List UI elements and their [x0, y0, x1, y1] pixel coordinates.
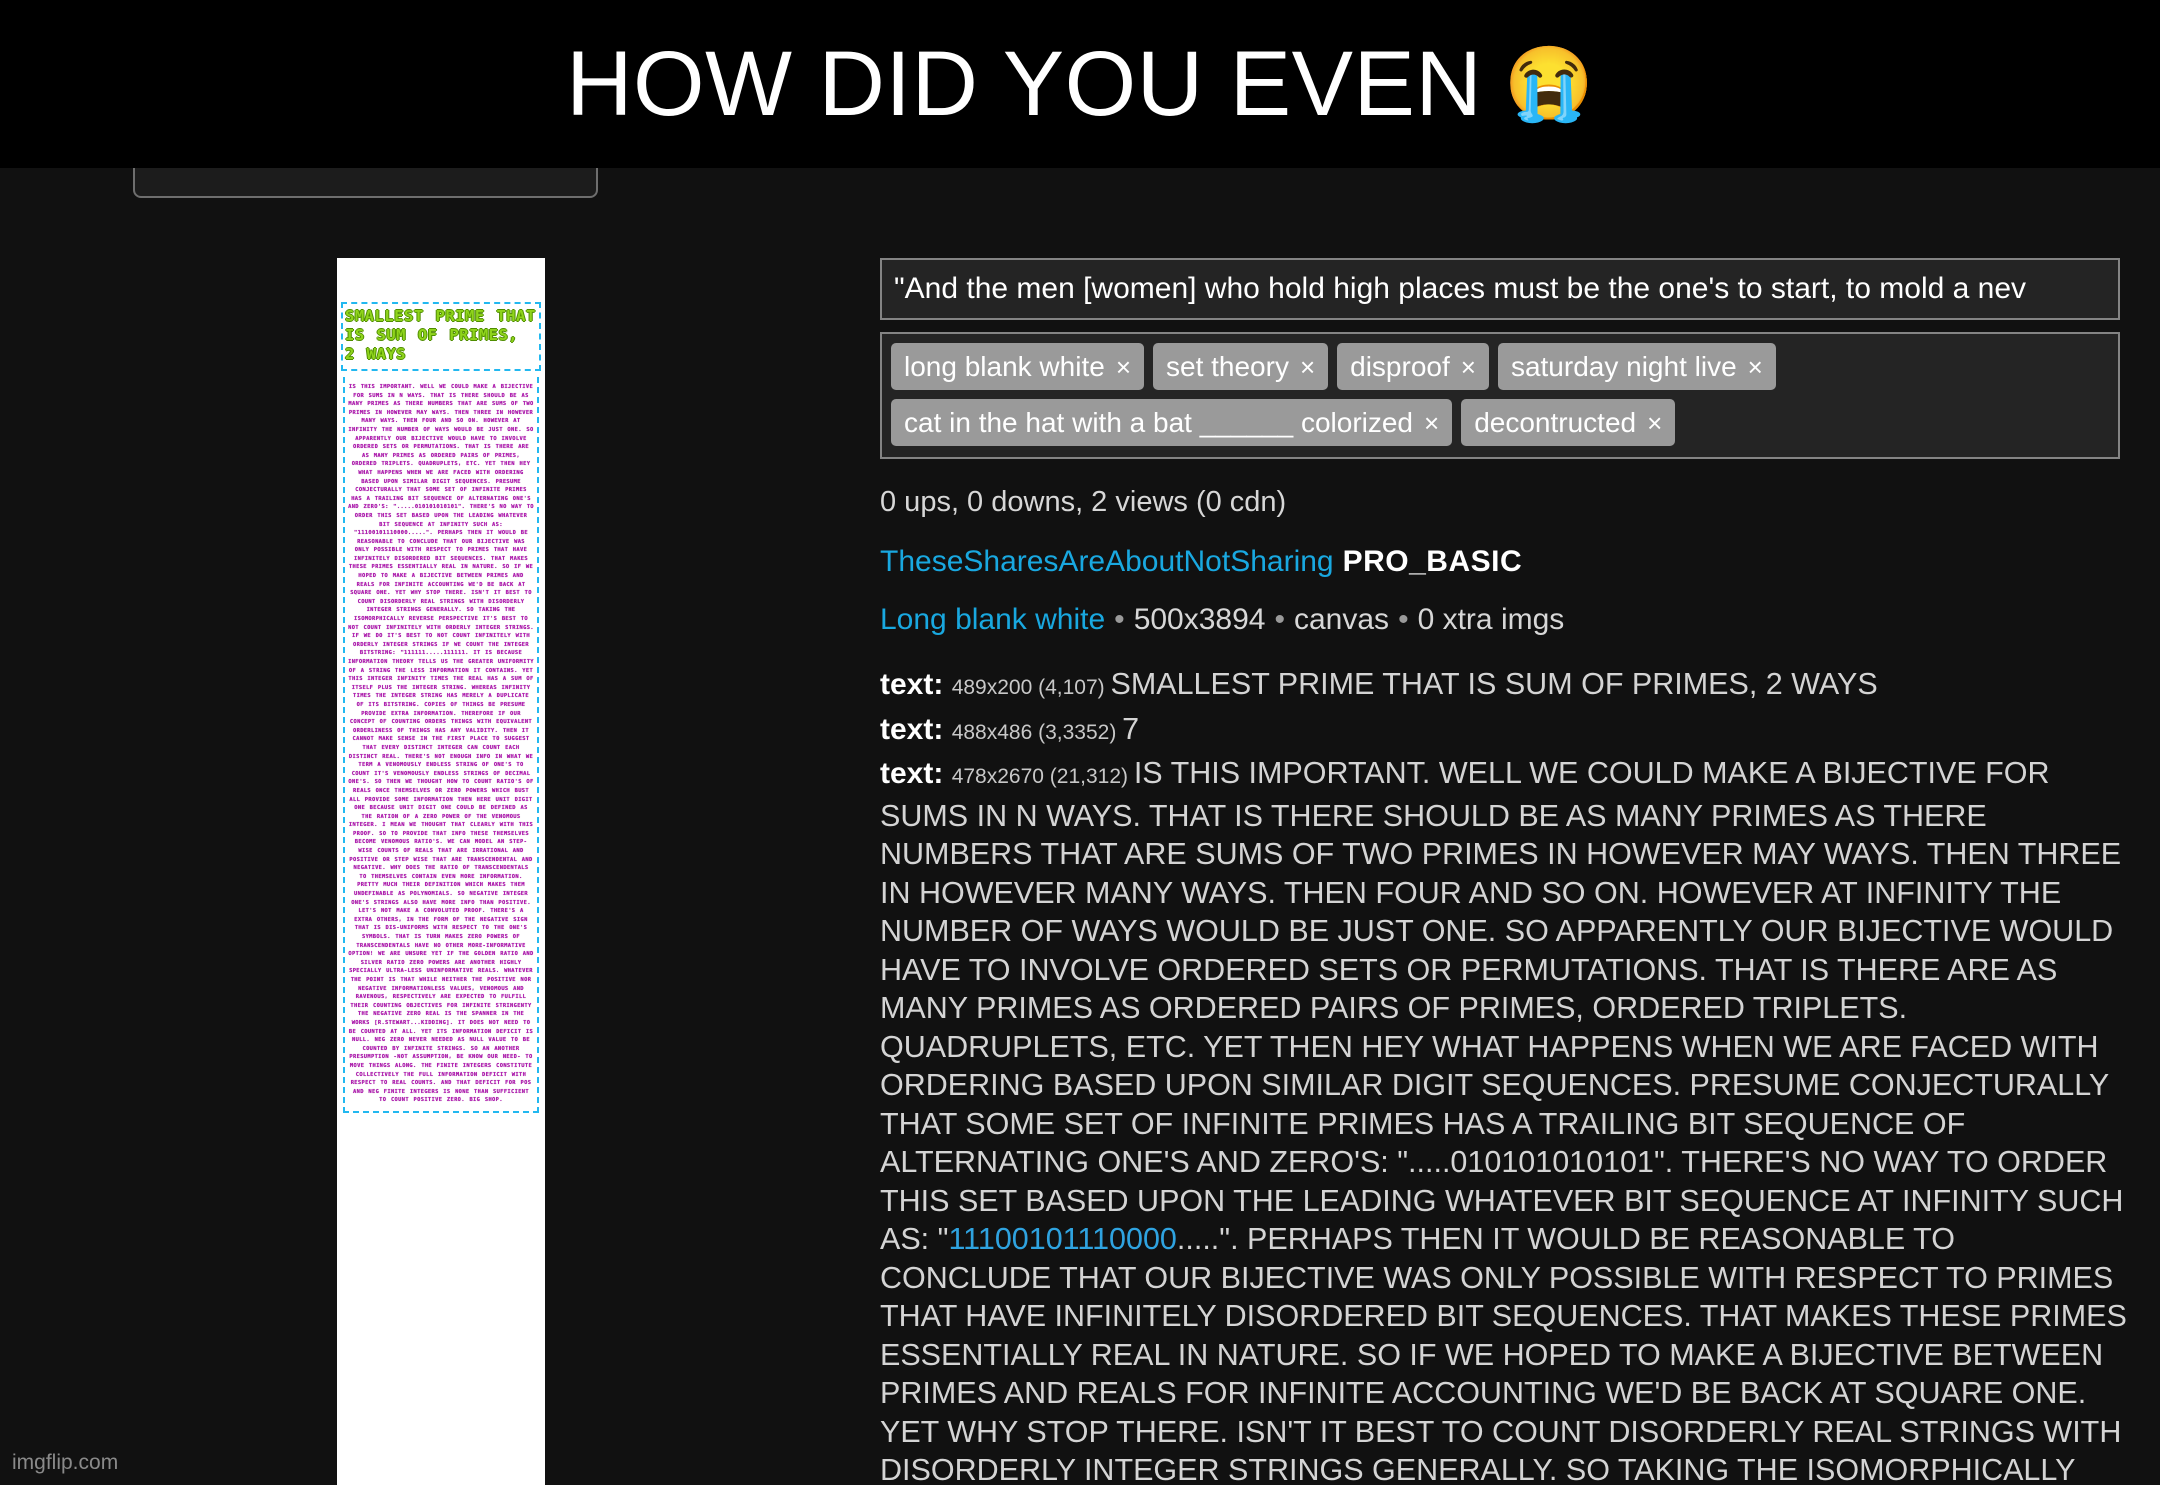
text-entry-content: SMALLEST PRIME THAT IS SUM OF PRIMES, 2 …	[1110, 667, 1878, 701]
text-entry-dimensions: 478x2670 (21,312)	[951, 765, 1134, 788]
text-entry-label: text:	[880, 712, 952, 746]
page-title: HOW DID YOU EVEN	[566, 33, 1483, 135]
thumbnail-top-margin	[337, 258, 545, 302]
thumbnail-title-selection-box[interactable]: SMALLEST PRIME THAT IS SUM OF PRIMES, 2 …	[341, 302, 541, 371]
tags-container[interactable]: long blank white × set theory × disproof × sat…	[880, 332, 2120, 459]
quote-input-value: "And the men [women] who hold high place…	[894, 272, 2027, 305]
meme-thumbnail-preview[interactable]: SMALLEST PRIME THAT IS SUM OF PRIMES, 2 …	[337, 258, 545, 1485]
tag-remove-icon[interactable]: ×	[1647, 410, 1662, 436]
template-info-line: Long blank white • 500x3894 • canvas • 0 xtra …	[880, 603, 2128, 637]
text-entry-dimensions: 489x200 (4,107)	[951, 676, 1111, 699]
quote-input[interactable]: "And the men [women] who hold high place…	[880, 258, 2120, 320]
tag-chip[interactable]: set theory ×	[1153, 343, 1329, 390]
text-entry-content: IS THIS IMPORTANT. WELL WE COULD MAKE A …	[880, 756, 2124, 1256]
separator-dot-2: •	[1274, 603, 1285, 636]
tag-label: set theory	[1166, 350, 1289, 382]
template-name-link[interactable]: Long blank white	[880, 603, 1105, 636]
tag-chip[interactable]: decontructed ×	[1461, 399, 1676, 446]
tag-label: cat in the hat with a bat ______ coloriz…	[904, 406, 1414, 438]
tag-remove-icon[interactable]: ×	[1116, 354, 1131, 380]
text-entry: text: 478x2670 (21,312) IS THIS IMPORTAN…	[880, 754, 2128, 1485]
text-entries-list: text: 489x200 (4,107) SMALLEST PRIME THA…	[880, 665, 2128, 1485]
tag-chip[interactable]: disproof ×	[1337, 343, 1489, 390]
text-entry-content: 7	[1122, 711, 1140, 746]
details-column: "And the men [women] who hold high place…	[880, 258, 2128, 1485]
text-entry: text: 489x200 (4,107) SMALLEST PRIME THA…	[880, 665, 2128, 708]
uploader-badge: PRO_BASIC	[1342, 545, 1523, 578]
page-root: HOW DID YOU EVEN 😭 SMALLEST PRIME THAT I…	[0, 0, 2160, 1485]
text-entry-highlighted-binary: 11100101110000	[948, 1222, 1177, 1256]
imgflip-watermark: imgflip.com	[12, 1451, 119, 1474]
uploader-line: TheseSharesAreAboutNotSharing PRO_BASIC	[880, 545, 2128, 579]
crying-face-emoji-icon: 😭	[1504, 44, 1594, 124]
separator-dot-1: •	[1114, 603, 1125, 636]
tag-remove-icon[interactable]: ×	[1461, 354, 1476, 380]
tag-chip[interactable]: long blank white ×	[891, 343, 1144, 390]
vote-view-stats: 0 ups, 0 downs, 2 views (0 cdn)	[880, 486, 1287, 518]
text-entry-dimensions: 488x486 (3,3352)	[951, 720, 1123, 744]
separator-dot-3: •	[1398, 603, 1409, 636]
tag-remove-icon[interactable]: ×	[1424, 410, 1439, 436]
thumbnail-title-text: SMALLEST PRIME THAT IS SUM OF PRIMES, 2 …	[345, 307, 536, 363]
template-extra-images: 0 xtra imgs	[1417, 603, 1565, 636]
tag-label: long blank white	[904, 350, 1105, 382]
text-entry-content-tail: .....". PERHAPS THEN IT WOULD BE REASONA…	[880, 1222, 2127, 1485]
tag-label: saturday night live	[1510, 350, 1737, 382]
text-entry: text: 488x486 (3,3352) 7	[880, 710, 2128, 753]
text-entry-label: text:	[880, 757, 952, 790]
tag-label: disproof	[1350, 350, 1450, 382]
tag-remove-icon[interactable]: ×	[1748, 354, 1763, 380]
tag-remove-icon[interactable]: ×	[1300, 354, 1315, 380]
tag-chip[interactable]: cat in the hat with a bat ______ coloriz…	[891, 399, 1453, 446]
thumbnail-body-selection-box[interactable]: IS THIS IMPORTANT. WELL WE COULD MAKE A …	[343, 377, 539, 1113]
meme-title-banner: HOW DID YOU EVEN 😭	[0, 0, 2160, 168]
tag-chip[interactable]: saturday night live ×	[1497, 343, 1776, 390]
tag-label: decontructed	[1474, 406, 1637, 438]
template-kind: canvas	[1294, 603, 1390, 636]
template-dimensions: 500x3894	[1133, 603, 1266, 636]
thumbnail-body-text: IS THIS IMPORTANT. WELL WE COULD MAKE A …	[348, 384, 534, 1104]
text-entry-label: text:	[880, 668, 952, 701]
uploader-username-link[interactable]: TheseSharesAreAboutNotSharing	[880, 545, 1334, 578]
